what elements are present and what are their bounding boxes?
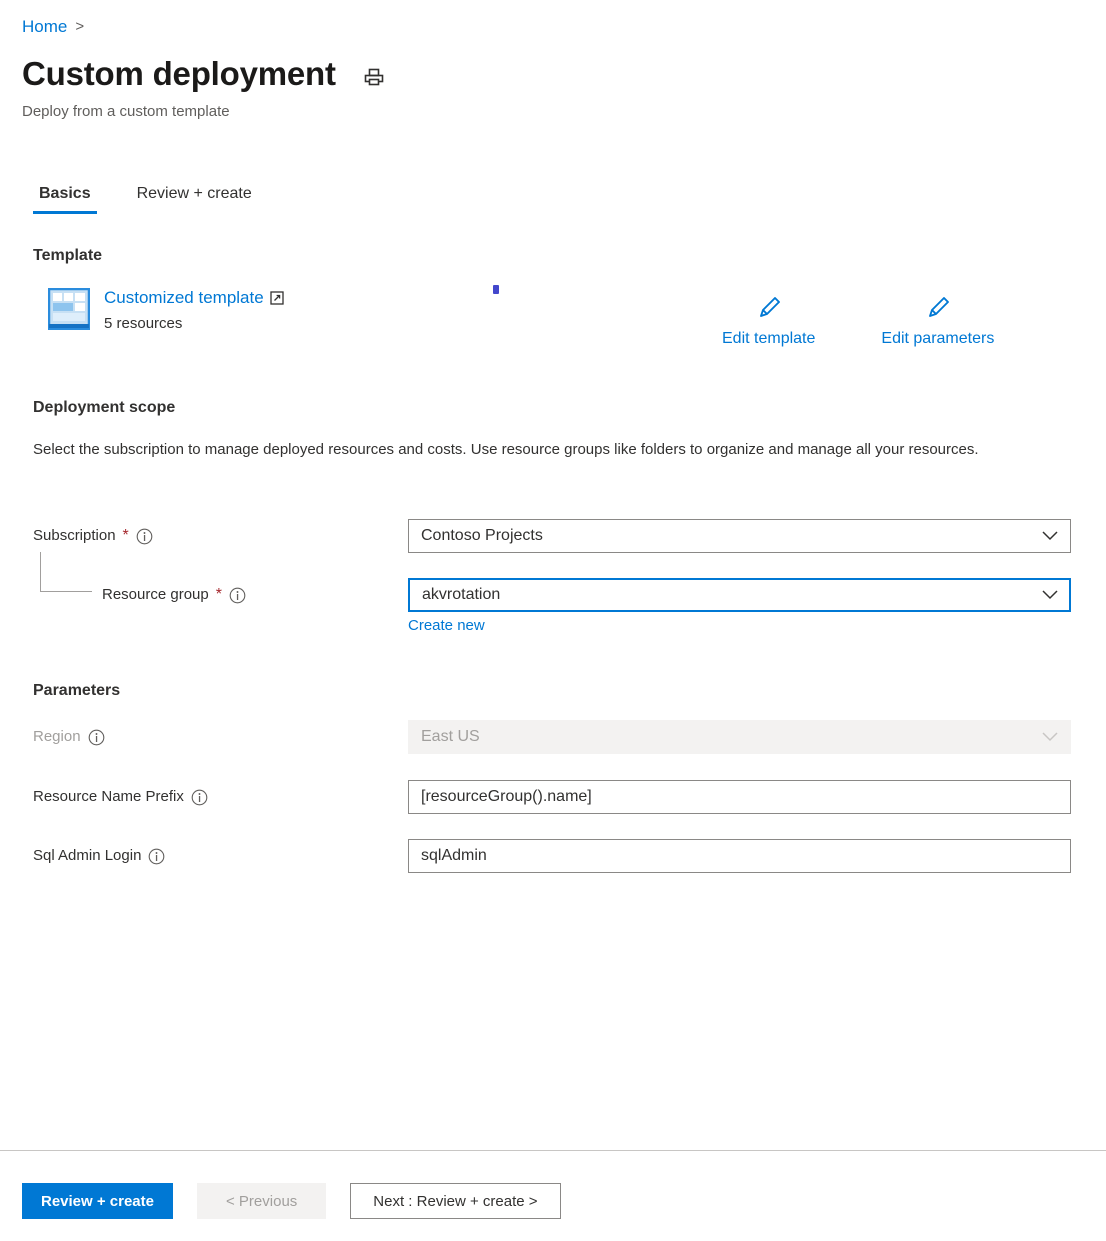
resource-name-prefix-control: [resourceGroup().name] xyxy=(408,780,1071,814)
page-title: Custom deployment xyxy=(22,53,336,95)
sql-admin-login-input[interactable]: sqlAdmin xyxy=(408,839,1071,873)
print-icon-glyph xyxy=(363,66,385,88)
resource-name-prefix-label-group: Resource Name Prefix xyxy=(33,787,408,807)
field-resource-name-prefix: Resource Name Prefix [resourceGroup().na… xyxy=(33,780,1073,814)
info-icon[interactable] xyxy=(191,789,208,806)
sql-admin-login-label-group: Sql Admin Login xyxy=(33,846,408,866)
edit-parameters-button[interactable]: Edit parameters xyxy=(881,293,994,350)
custom-deployment-page: Home > Custom deployment Deploy from a c… xyxy=(0,0,1106,1241)
resource-group-control: akvrotation Create new xyxy=(408,578,1071,612)
next-review-create-button[interactable]: Next : Review + create > xyxy=(350,1183,560,1219)
template-texts: Customized template 5 resources xyxy=(104,286,284,334)
sql-admin-login-label: Sql Admin Login xyxy=(33,846,141,866)
info-icon[interactable] xyxy=(148,848,165,865)
region-select: East US xyxy=(408,720,1071,754)
pencil-icon xyxy=(754,293,784,323)
decorative-dot xyxy=(493,285,499,294)
field-resource-group: Resource group * akvrotation Create new xyxy=(33,578,1073,612)
resource-name-prefix-label: Resource Name Prefix xyxy=(33,787,184,807)
field-region: Region East US xyxy=(33,720,1073,754)
sql-admin-login-control: sqlAdmin xyxy=(408,839,1071,873)
region-control: East US xyxy=(408,720,1071,754)
breadcrumb-separator: > xyxy=(75,16,84,38)
breadcrumb-home-link[interactable]: Home xyxy=(22,16,67,38)
region-label-group: Region xyxy=(33,727,408,747)
subscription-label: Subscription xyxy=(33,526,116,546)
footer-divider xyxy=(0,1150,1106,1151)
customized-template-label: Customized template xyxy=(104,286,264,310)
info-icon[interactable] xyxy=(229,587,246,604)
customized-template-link[interactable]: Customized template xyxy=(104,286,284,310)
footer-actions: Review + create < Previous Next : Review… xyxy=(22,1183,561,1219)
info-icon[interactable] xyxy=(88,729,105,746)
review-create-button[interactable]: Review + create xyxy=(22,1183,173,1219)
previous-button: < Previous xyxy=(197,1183,326,1219)
deployment-scope-description: Select the subscription to manage deploy… xyxy=(33,437,1023,462)
template-section-heading: Template xyxy=(33,245,102,267)
template-edit-actions: Edit template Edit parameters xyxy=(722,293,994,350)
subscription-select[interactable]: Contoso Projects xyxy=(408,519,1071,553)
edit-template-label: Edit template xyxy=(722,328,815,350)
subscription-control: Contoso Projects xyxy=(408,519,1071,553)
edit-template-button[interactable]: Edit template xyxy=(722,293,815,350)
deployment-scope-heading: Deployment scope xyxy=(33,397,175,419)
template-summary: Customized template 5 resources xyxy=(48,286,284,334)
resource-group-select[interactable]: akvrotation xyxy=(408,578,1071,612)
create-new-resource-group-link[interactable]: Create new xyxy=(408,616,485,636)
resource-group-required-marker: * xyxy=(216,587,222,603)
page-subtitle: Deploy from a custom template xyxy=(22,102,230,122)
resource-group-label: Resource group xyxy=(102,585,209,605)
breadcrumb: Home > xyxy=(22,16,84,38)
print-icon[interactable] xyxy=(360,63,388,91)
subscription-required-marker: * xyxy=(123,528,129,544)
region-label: Region xyxy=(33,727,81,747)
template-resource-count: 5 resources xyxy=(104,313,284,334)
field-sql-admin-login: Sql Admin Login sqlAdmin xyxy=(33,839,1073,873)
resource-name-prefix-input[interactable]: [resourceGroup().name] xyxy=(408,780,1071,814)
title-row: Custom deployment xyxy=(22,53,388,95)
edit-parameters-label: Edit parameters xyxy=(881,328,994,350)
field-subscription: Subscription * Contoso Projects xyxy=(33,519,1073,553)
tab-basics[interactable]: Basics xyxy=(33,182,97,214)
tab-review-create[interactable]: Review + create xyxy=(131,182,258,214)
parameters-heading: Parameters xyxy=(33,680,120,702)
info-icon[interactable] xyxy=(136,528,153,545)
subscription-label-group: Subscription * xyxy=(33,526,408,546)
pencil-icon xyxy=(923,293,953,323)
template-grid-icon xyxy=(48,288,90,330)
external-link-icon xyxy=(270,291,284,305)
tab-list: Basics Review + create xyxy=(33,182,258,214)
resource-group-label-group: Resource group * xyxy=(33,585,408,605)
